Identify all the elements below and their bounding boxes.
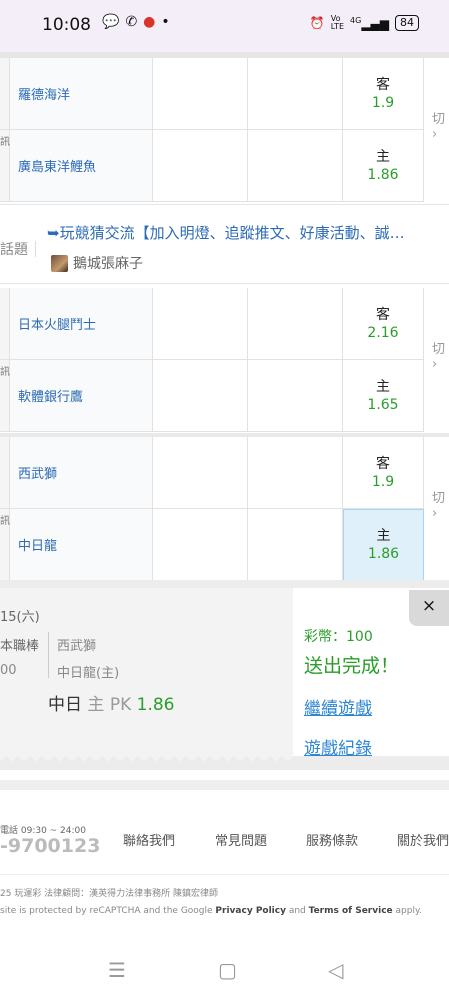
switch-button[interactable]: 切 ›	[424, 487, 449, 521]
continue-game-link[interactable]: 繼續遊戲	[304, 694, 372, 719]
odds-cell-selected[interactable]: 主 1.86	[343, 509, 424, 581]
game-block-1: 羅德海洋 客 1.9 廣島東洋鯉魚 主 1.86 訊 切 ›	[0, 58, 449, 203]
status-bar: 10:08 💬✆●• ⏰ Vo LTE 4G▂▄▆ 84	[0, 0, 449, 52]
ticket-pick: 中日 主 PK 1.86	[48, 695, 175, 715]
game-row: 日本火腿鬥士 客 2.16	[0, 288, 449, 360]
bet-cell[interactable]	[248, 509, 343, 581]
odds-type: 客	[376, 76, 390, 93]
ticket-team-home: 中日龍(主)	[57, 666, 120, 681]
odds-cell[interactable]: 客 2.16	[343, 288, 424, 360]
missed-call-icon: ✆	[125, 14, 144, 30]
bet-cell[interactable]	[153, 288, 248, 360]
bet-cell[interactable]	[153, 130, 248, 202]
team-name[interactable]: 廣島東洋鯉魚	[10, 130, 153, 202]
menu-icon[interactable]: ☰	[108, 958, 126, 982]
game-row: 軟體銀行鷹 主 1.65	[0, 360, 449, 432]
game-row: 西武獅 客 1.9	[0, 437, 449, 509]
bet-cell[interactable]	[248, 58, 343, 130]
ticket-code: 00	[0, 663, 17, 678]
bet-cell[interactable]	[153, 509, 248, 581]
bet-cell[interactable]	[153, 437, 248, 509]
bet-cell[interactable]	[153, 58, 248, 130]
odds-value: 1.86	[367, 166, 399, 183]
odds-value: 1.9	[371, 94, 395, 111]
game-block-3: 西武獅 客 1.9 中日龍 主 1.86 訊 切 ›	[0, 437, 449, 582]
terms-link[interactable]: 服務條款	[306, 830, 358, 849]
home-icon[interactable]: ▢	[218, 958, 237, 982]
info-label: 訊	[0, 516, 10, 527]
odds-type: 客	[376, 306, 390, 323]
copyright: 25 玩運彩 法律顧問：漢英得力法律事務所 陳鎮宏律師	[0, 889, 219, 899]
team-name[interactable]: 西武獅	[10, 437, 153, 509]
ticket-league: 本職棒	[0, 639, 40, 654]
privacy-policy-link[interactable]: Privacy Policy	[215, 906, 286, 916]
odds-type: 主	[376, 528, 391, 544]
topic-row[interactable]: 話題 ➥玩競猜交流【加入明燈、追蹤推文、好康活動、誠… 鵝城張麻子	[0, 204, 449, 284]
signal-icon: 4G▂▄▆	[350, 15, 389, 31]
chevron-right-icon: ›	[432, 357, 438, 372]
submit-success-text: 送出完成！	[304, 655, 400, 677]
recaptcha-notice: site is protected by reCAPTCHA and the G…	[0, 906, 422, 916]
team-name[interactable]: 軟體銀行鷹	[10, 360, 153, 432]
ticket-date: 15(六)	[0, 610, 40, 625]
switch-button[interactable]: 切 ›	[424, 108, 449, 142]
system-nav-bar: ☰ ▢ ◁	[0, 950, 449, 1000]
author-name: 鵝城張麻子	[73, 256, 143, 272]
message-icon: 💬	[102, 14, 126, 30]
odds-value: 1.86	[367, 546, 400, 562]
info-label: 訊	[0, 367, 10, 378]
coins-label: 彩幣：100	[304, 629, 373, 645]
odds-value: 1.9	[371, 473, 395, 490]
chevron-right-icon: ›	[432, 127, 438, 142]
topic-label: 話題	[0, 239, 36, 259]
bet-result-popup: 15(六) 本職棒 西武獅 00 中日龍(主) 中日 主 PK 1.86 彩幣：…	[0, 580, 449, 770]
bet-cell[interactable]	[153, 360, 248, 432]
volte-icon: Vo LTE	[330, 14, 345, 31]
odds-type: 主	[376, 148, 390, 165]
service-phone[interactable]: -9700123	[0, 835, 100, 857]
battery-icon: 84	[395, 15, 419, 31]
dot-icon: •	[161, 14, 176, 30]
odds-value: 1.65	[367, 396, 399, 413]
back-icon[interactable]: ◁	[328, 958, 343, 982]
game-row: 中日龍 主 1.86	[0, 509, 449, 581]
odds-value: 2.16	[367, 324, 399, 341]
bet-cell[interactable]	[248, 130, 343, 202]
bet-ticket: 15(六) 本職棒 西武獅 00 中日龍(主) 中日 主 PK 1.86	[0, 588, 293, 764]
app-notification-icon: ●	[143, 14, 162, 30]
ticket-team-away: 西武獅	[57, 639, 97, 654]
notification-icons: 💬✆●•	[102, 14, 176, 30]
chevron-right-icon: ›	[432, 506, 438, 521]
game-history-link[interactable]: 遊戲紀錄	[304, 734, 372, 759]
bet-cell[interactable]	[248, 437, 343, 509]
avatar	[51, 254, 68, 272]
topic-title[interactable]: ➥玩競猜交流【加入明燈、追蹤推文、好康活動、誠…	[47, 222, 449, 243]
bet-cell[interactable]	[248, 288, 343, 360]
alarm-icon: ⏰	[309, 16, 325, 30]
topic-author[interactable]: 鵝城張麻子	[51, 253, 143, 273]
odds-cell[interactable]: 主 1.65	[343, 360, 424, 432]
terms-of-service-link[interactable]: Terms of Service	[309, 906, 393, 916]
system-icons: ⏰ Vo LTE 4G▂▄▆ 84	[310, 15, 419, 31]
odds-cell[interactable]: 客 1.9	[343, 437, 424, 509]
team-name[interactable]: 中日龍	[10, 509, 153, 581]
game-row: 羅德海洋 客 1.9	[0, 58, 449, 130]
switch-button[interactable]: 切 ›	[424, 338, 449, 372]
close-button[interactable]: ×	[409, 590, 449, 626]
bet-cell[interactable]	[248, 360, 343, 432]
team-name[interactable]: 日本火腿鬥士	[10, 288, 153, 360]
game-block-2: 日本火腿鬥士 客 2.16 軟體銀行鷹 主 1.65 訊 切 ›	[0, 288, 449, 433]
odds-type: 客	[376, 455, 390, 472]
team-name[interactable]: 羅德海洋	[10, 58, 153, 130]
faq-link[interactable]: 常見問題	[215, 830, 267, 849]
odds-cell[interactable]: 客 1.9	[343, 58, 424, 130]
game-row: 廣島東洋鯉魚 主 1.86	[0, 130, 449, 202]
odds-type: 主	[376, 378, 390, 395]
about-link[interactable]: 關於我們	[397, 830, 449, 849]
contact-link[interactable]: 聯絡我們	[123, 830, 175, 849]
footer: 電話 09:30 ~ 24:00 -9700123 聯絡我們 常見問題 服務條款…	[0, 780, 449, 950]
odds-cell[interactable]: 主 1.86	[343, 130, 424, 202]
info-label: 訊	[0, 137, 10, 148]
status-time: 10:08	[42, 15, 91, 35]
